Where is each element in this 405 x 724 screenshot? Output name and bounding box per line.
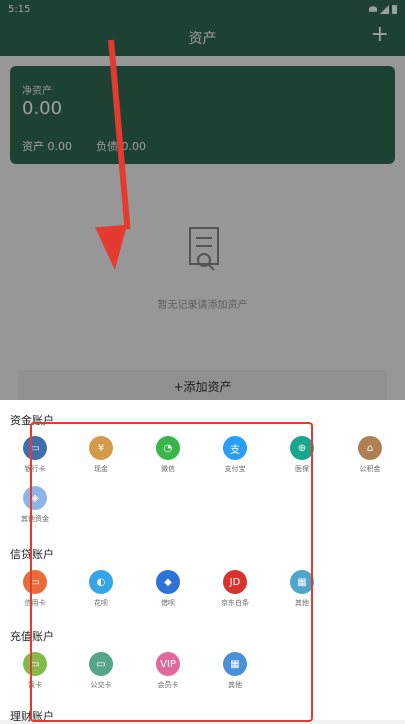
housing-fund-icon: ⌂	[358, 436, 382, 460]
account-item-label: 公积金	[359, 465, 381, 473]
annotation-highlight-box	[30, 422, 313, 722]
dim-overlay[interactable]	[0, 0, 405, 400]
annotation-arrow-head	[95, 224, 131, 272]
account-item-housing-fund[interactable]: ⌂ 公积金	[340, 436, 400, 474]
